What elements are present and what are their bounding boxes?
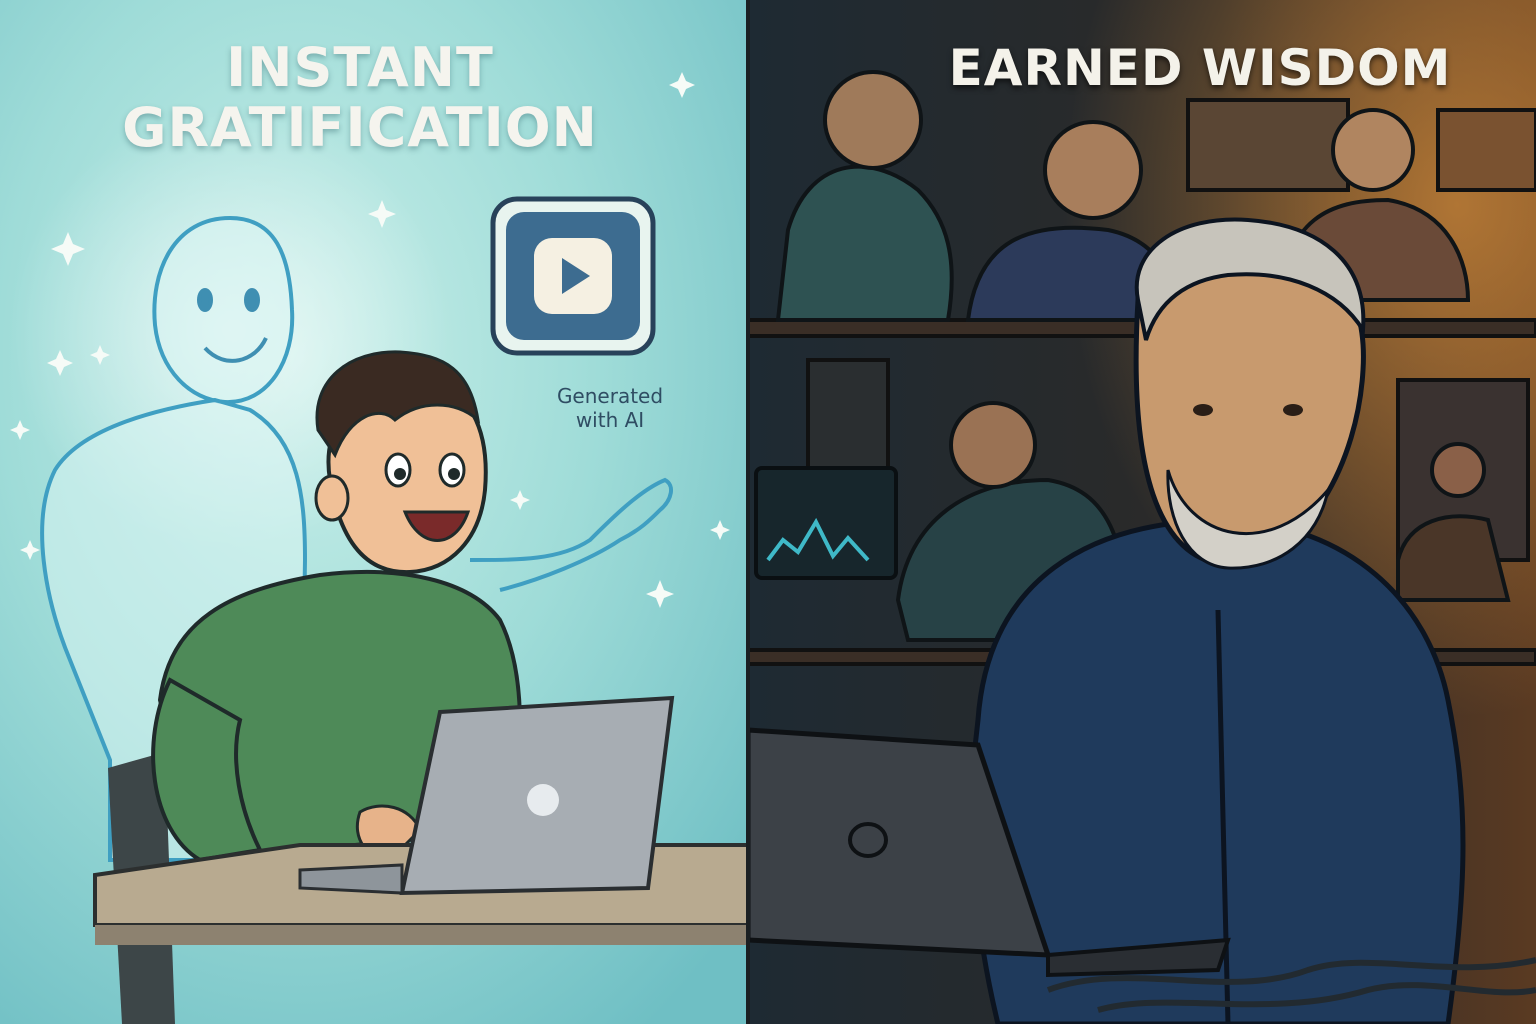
ai-badge-caption: Generated with AI <box>520 384 700 433</box>
play-icon <box>490 196 656 356</box>
left-panel-instant-gratification: INSTANT GRATIFICATION Generated with AI <box>0 0 748 1024</box>
panel-divider <box>746 0 750 1024</box>
caption-line-generated: Generated <box>556 384 664 408</box>
left-panel-title: INSTANT GRATIFICATION <box>40 36 680 160</box>
right-panel-earned-wisdom: EARNED WISDOM <box>748 0 1536 1024</box>
right-scene-illustration <box>748 0 1536 1024</box>
monitor <box>754 466 898 580</box>
right-panel-title: EARNED WISDOM <box>948 39 1452 97</box>
title-line-gratification: GRATIFICATION <box>122 96 598 160</box>
illustration: INSTANT GRATIFICATION Generated with AI <box>0 0 1536 1024</box>
caption-line-with-ai: with AI <box>575 408 645 433</box>
title-line-instant: INSTANT <box>226 36 494 99</box>
ai-video-badge <box>490 196 656 356</box>
